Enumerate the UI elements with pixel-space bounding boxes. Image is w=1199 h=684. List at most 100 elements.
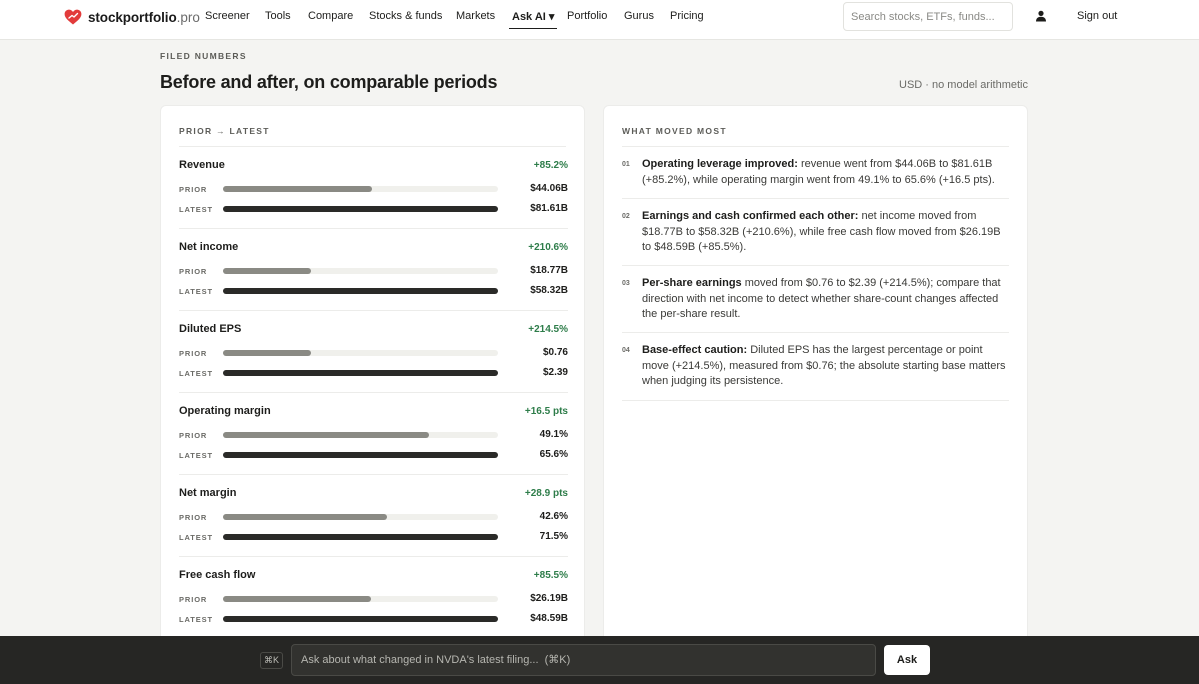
- nav-ask-ai[interactable]: Ask AI ▾: [509, 10, 558, 29]
- top-nav: stockportfolio .pro Screener Tools Compar…: [0, 0, 1199, 40]
- latest-row: LATEST 65.6%: [179, 449, 568, 461]
- user-icon[interactable]: [1035, 10, 1047, 22]
- search-box[interactable]: [843, 2, 1013, 31]
- insight-text: Earnings and cash confirmed each other: …: [642, 209, 1008, 256]
- latest-bar: [223, 534, 498, 540]
- metric-change: +85.2%: [533, 160, 568, 171]
- prior-value: $26.19B: [530, 593, 568, 604]
- metric-name: Net income: [179, 241, 239, 253]
- insight-lead: Base-effect caution:: [642, 344, 748, 356]
- brand-name: stockportfolio: [88, 9, 177, 25]
- logo-icon: [64, 9, 82, 25]
- nav-pricing[interactable]: Pricing: [670, 10, 704, 22]
- bar-track: [223, 350, 498, 356]
- prior-label: PRIOR: [179, 513, 208, 522]
- metric-change: +16.5 pts: [524, 406, 568, 417]
- latest-label: LATEST: [179, 451, 214, 460]
- bar-track: [223, 206, 498, 212]
- bar-track: [223, 514, 498, 520]
- prior-bar: [223, 268, 311, 274]
- latest-row: LATEST $48.59B: [179, 613, 568, 625]
- latest-row: LATEST $2.39: [179, 367, 568, 379]
- nav-compare[interactable]: Compare: [308, 10, 353, 22]
- insight-text: Operating leverage improved: revenue wen…: [642, 157, 1008, 188]
- insight-text: Base-effect caution: Diluted EPS has the…: [642, 343, 1008, 390]
- sign-out-link[interactable]: Sign out: [1077, 10, 1117, 22]
- section-eyebrow: FILED NUMBERS: [160, 51, 247, 61]
- bar-track: [223, 616, 498, 622]
- latest-value: 65.6%: [539, 449, 568, 460]
- prior-row: PRIOR 49.1%: [179, 429, 568, 441]
- prior-value: 49.1%: [539, 429, 568, 440]
- prior-value: $18.77B: [530, 265, 568, 276]
- metric-net-margin: Net margin +28.9 pts PRIOR 42.6% LATEST …: [179, 475, 568, 557]
- prior-row: PRIOR 42.6%: [179, 511, 568, 523]
- latest-row: LATEST 71.5%: [179, 531, 568, 543]
- latest-label: LATEST: [179, 533, 214, 542]
- insights-eyebrow: WHAT MOVED MOST: [622, 126, 727, 136]
- nav-tools[interactable]: Tools: [265, 10, 291, 22]
- currency-note: USD · no model arithmetic: [899, 79, 1028, 91]
- insight-number: 04: [622, 347, 630, 354]
- insight-item: 01 Operating leverage improved: revenue …: [622, 147, 1009, 199]
- bar-track: [223, 452, 498, 458]
- prior-label: PRIOR: [179, 185, 208, 194]
- brand-tld: .pro: [176, 9, 200, 25]
- bar-track: [223, 186, 498, 192]
- metric-name: Net margin: [179, 487, 237, 499]
- prior-row: PRIOR $26.19B: [179, 593, 568, 605]
- metric-change: +85.5%: [533, 570, 568, 581]
- metric-name: Revenue: [179, 159, 225, 171]
- nav-screener[interactable]: Screener: [205, 10, 250, 22]
- bar-track: [223, 268, 498, 274]
- metric-free-cash-flow: Free cash flow +85.5% PRIOR $26.19B LATE…: [179, 557, 568, 639]
- latest-label: LATEST: [179, 205, 214, 214]
- metric-change: +210.6%: [528, 242, 568, 253]
- latest-label: LATEST: [179, 287, 214, 296]
- insight-number: 02: [622, 213, 630, 220]
- nav-portfolio[interactable]: Portfolio: [567, 10, 607, 22]
- ask-input-box[interactable]: [291, 644, 876, 676]
- metric-operating-margin: Operating margin +16.5 pts PRIOR 49.1% L…: [179, 393, 568, 475]
- prior-bar: [223, 186, 372, 192]
- keyboard-shortcut-hint: ⌘K: [260, 652, 283, 669]
- ask-button[interactable]: Ask: [884, 645, 930, 675]
- insight-lead: Operating leverage improved:: [642, 158, 798, 170]
- bar-track: [223, 596, 498, 602]
- ask-input[interactable]: [292, 645, 875, 675]
- latest-value: $81.61B: [530, 203, 568, 214]
- nav-stocks-funds[interactable]: Stocks & funds: [369, 10, 442, 22]
- latest-value: 71.5%: [539, 531, 568, 542]
- comparison-card: PRIOR → LATEST Revenue +85.2% PRIOR $44.…: [160, 105, 585, 665]
- prior-bar: [223, 514, 387, 520]
- latest-value: $48.59B: [530, 613, 568, 624]
- prior-bar: [223, 596, 372, 602]
- latest-row: LATEST $81.61B: [179, 203, 568, 215]
- insight-text: Per-share earnings moved from $0.76 to $…: [642, 276, 1008, 323]
- latest-row: LATEST $58.32B: [179, 285, 568, 297]
- bar-track: [223, 288, 498, 294]
- nav-gurus[interactable]: Gurus: [624, 10, 654, 22]
- insight-number: 03: [622, 280, 630, 287]
- prior-value: $0.76: [542, 347, 568, 358]
- bar-track: [223, 432, 498, 438]
- metric-change: +28.9 pts: [524, 488, 568, 499]
- latest-bar: [223, 206, 498, 212]
- prior-label: PRIOR: [179, 595, 208, 604]
- metric-change: +214.5%: [528, 324, 568, 335]
- prior-label: PRIOR: [179, 267, 208, 276]
- search-input[interactable]: [844, 3, 1012, 30]
- latest-value: $2.39: [542, 367, 568, 378]
- prior-value: $44.06B: [530, 183, 568, 194]
- metric-name: Diluted EPS: [179, 323, 242, 335]
- insight-lead: Per-share earnings: [642, 277, 742, 289]
- prior-bar: [223, 432, 429, 438]
- metric-net-income: Net income +210.6% PRIOR $18.77B LATEST …: [179, 229, 568, 311]
- metric-name: Operating margin: [179, 405, 271, 417]
- prior-row: PRIOR $18.77B: [179, 265, 568, 277]
- insights-card: WHAT MOVED MOST 01 Operating leverage im…: [603, 105, 1028, 665]
- nav-markets[interactable]: Markets: [456, 10, 495, 22]
- page-title: Before and after, on comparable periods: [160, 72, 498, 92]
- insight-item: 04 Base-effect caution: Diluted EPS has …: [622, 333, 1009, 401]
- logo[interactable]: stockportfolio .pro: [64, 8, 200, 26]
